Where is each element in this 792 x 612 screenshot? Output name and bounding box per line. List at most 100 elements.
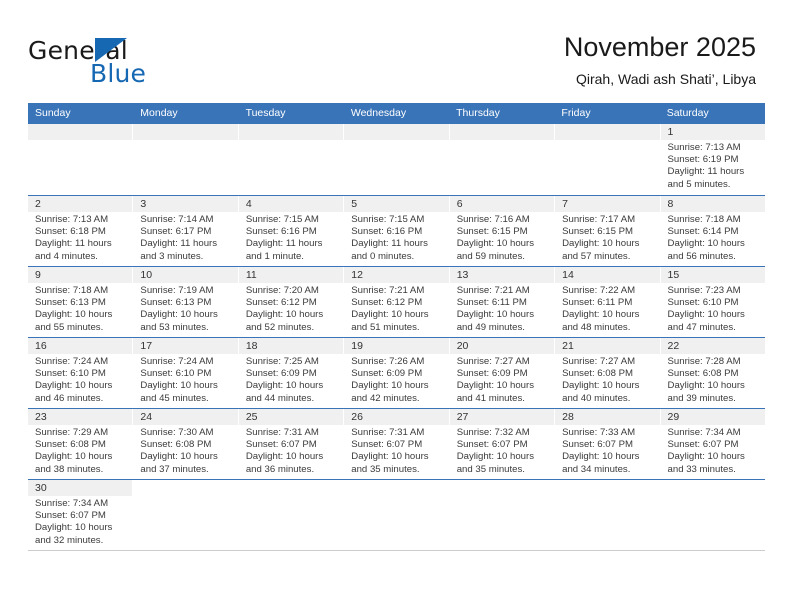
calendar-day-cell[interactable]: 9 Sunrise: 7:18 AM Sunset: 6:13 PM Daylight… — [28, 267, 134, 337]
calendar-day-cell[interactable]: 1 Sunrise: 7:13 AM Sunset: 6:19 PM Daylight… — [660, 124, 765, 195]
day-daylight-line2: and 52 minutes. — [245, 321, 315, 333]
brand-name-blue: Blue — [90, 59, 147, 88]
day-number — [555, 480, 660, 496]
day-number — [449, 124, 555, 140]
day-details: Sunrise: 7:13 AM Sunset: 6:19 PM Daylight:… — [661, 140, 765, 191]
day-daylight-line1: Daylight: 10 hours — [35, 309, 113, 321]
calendar-day-cell[interactable]: 29 Sunrise: 7:34 AM Sunset: 6:07 PM Dayligh… — [660, 409, 765, 479]
day-details: Sunrise: 7:34 AM Sunset: 6:07 PM Daylight:… — [661, 425, 765, 476]
day-sunrise: Sunrise: 7:26 AM — [351, 356, 425, 367]
day-details: Sunrise: 7:23 AM Sunset: 6:10 PM Daylight:… — [661, 283, 765, 334]
day-details: Sunrise: 7:30 AM Sunset: 6:08 PM Daylight:… — [133, 425, 237, 476]
day-sunrise: Sunrise: 7:15 AM — [351, 214, 425, 225]
calendar-day-cell[interactable]: 10 Sunrise: 7:19 AM Sunset: 6:13 PM Dayligh… — [133, 267, 239, 337]
day-daylight-line2: and 56 minutes. — [667, 250, 736, 262]
calendar-day-cell[interactable]: 6 Sunrise: 7:16 AM Sunset: 6:15 PM Daylight… — [449, 196, 556, 266]
day-daylight-line2: and 37 minutes. — [140, 463, 209, 475]
day-daylight-line1: Daylight: 10 hours — [667, 380, 745, 392]
calendar-day-cell[interactable]: 18 Sunrise: 7:25 AM Sunset: 6:09 PM Dayligh… — [238, 338, 345, 408]
day-sunrise: Sunrise: 7:23 AM — [667, 285, 741, 296]
day-daylight-line2: and 48 minutes. — [562, 321, 631, 333]
day-daylight-line1: Daylight: 10 hours — [562, 451, 640, 463]
day-sunrise: Sunrise: 7:34 AM — [667, 427, 741, 438]
day-daylight-line2: and 35 minutes. — [351, 463, 420, 475]
calendar-week-row: 9 Sunrise: 7:18 AM Sunset: 6:13 PM Daylight… — [28, 266, 765, 337]
calendar-day-cell[interactable]: 23 Sunrise: 7:29 AM Sunset: 6:08 PM Dayligh… — [28, 409, 134, 479]
day-sunset: Sunset: 6:07 PM — [351, 439, 423, 451]
day-daylight-line2: and 1 minute. — [245, 250, 304, 262]
day-sunrise: Sunrise: 7:24 AM — [35, 356, 109, 367]
day-sunrise: Sunrise: 7:34 AM — [35, 498, 109, 509]
day-number — [555, 124, 660, 140]
calendar-day-cell[interactable]: 3 Sunrise: 7:14 AM Sunset: 6:17 PM Daylight… — [133, 196, 239, 266]
day-details: Sunrise: 7:18 AM Sunset: 6:13 PM Daylight:… — [28, 283, 132, 334]
day-sunset: Sunset: 6:14 PM — [667, 226, 739, 238]
day-daylight-line1: Daylight: 10 hours — [667, 309, 745, 321]
calendar-day-cell[interactable]: 20 Sunrise: 7:27 AM Sunset: 6:09 PM Dayligh… — [449, 338, 556, 408]
day-details: Sunrise: 7:25 AM Sunset: 6:09 PM Daylight:… — [239, 354, 343, 405]
calendar-day-cell[interactable]: 17 Sunrise: 7:24 AM Sunset: 6:10 PM Dayligh… — [133, 338, 239, 408]
day-details: Sunrise: 7:27 AM Sunset: 6:08 PM Daylight:… — [555, 354, 659, 405]
calendar-day-cell[interactable]: 30 Sunrise: 7:34 AM Sunset: 6:07 PM Dayligh… — [28, 480, 134, 550]
calendar-empty-cell — [344, 124, 450, 195]
day-details: Sunrise: 7:17 AM Sunset: 6:15 PM Daylight:… — [555, 212, 659, 263]
day-number — [344, 480, 449, 496]
calendar-day-cell[interactable]: 21 Sunrise: 7:27 AM Sunset: 6:08 PM Dayligh… — [555, 338, 661, 408]
day-number: 9 — [28, 267, 133, 283]
calendar-day-cell[interactable]: 26 Sunrise: 7:31 AM Sunset: 6:07 PM Dayligh… — [344, 409, 450, 479]
calendar-day-cell[interactable]: 24 Sunrise: 7:30 AM Sunset: 6:08 PM Dayligh… — [133, 409, 239, 479]
calendar-day-cell[interactable]: 19 Sunrise: 7:26 AM Sunset: 6:09 PM Dayligh… — [344, 338, 450, 408]
day-daylight-line2: and 33 minutes. — [667, 463, 736, 475]
calendar-day-cell[interactable]: 22 Sunrise: 7:28 AM Sunset: 6:08 PM Dayligh… — [660, 338, 765, 408]
day-number — [344, 124, 449, 140]
day-daylight-line1: Daylight: 10 hours — [456, 309, 535, 321]
day-daylight-line1: Daylight: 10 hours — [562, 309, 640, 321]
day-sunrise: Sunrise: 7:16 AM — [456, 214, 530, 225]
day-daylight-line1: Daylight: 11 hours — [245, 238, 323, 250]
calendar-day-cell[interactable]: 13 Sunrise: 7:21 AM Sunset: 6:11 PM Dayligh… — [449, 267, 556, 337]
calendar-day-cell[interactable]: 12 Sunrise: 7:21 AM Sunset: 6:12 PM Dayligh… — [344, 267, 450, 337]
day-daylight-line1: Daylight: 10 hours — [140, 380, 218, 392]
calendar-day-cell[interactable]: 8 Sunrise: 7:18 AM Sunset: 6:14 PM Daylight… — [660, 196, 765, 266]
day-daylight-line2: and 0 minutes. — [351, 250, 415, 262]
day-daylight-line2: and 44 minutes. — [245, 392, 315, 404]
weekday-header-wednesday: Wednesday — [350, 107, 407, 119]
day-daylight-line2: and 45 minutes. — [140, 392, 209, 404]
calendar-day-cell[interactable]: 16 Sunrise: 7:24 AM Sunset: 6:10 PM Dayligh… — [28, 338, 134, 408]
day-daylight-line1: Daylight: 11 hours — [667, 166, 745, 178]
brand-logo[interactable]: General Blue — [28, 36, 268, 92]
day-number: 30 — [28, 480, 133, 496]
day-daylight-line2: and 39 minutes. — [667, 392, 736, 404]
day-sunrise: Sunrise: 7:20 AM — [245, 285, 319, 296]
day-sunset: Sunset: 6:07 PM — [35, 510, 106, 522]
day-daylight-line2: and 41 minutes. — [456, 392, 525, 404]
weekday-header-monday: Monday — [140, 107, 178, 119]
calendar-page: General Blue November 2025 Qirah, Wadi a… — [0, 0, 792, 612]
day-daylight-line1: Daylight: 10 hours — [35, 451, 113, 463]
day-number — [449, 480, 555, 496]
day-number: 18 — [238, 338, 344, 354]
day-sunrise: Sunrise: 7:31 AM — [245, 427, 319, 438]
day-sunrise: Sunrise: 7:28 AM — [667, 356, 741, 367]
calendar-empty-cell — [555, 480, 661, 550]
calendar-day-cell[interactable]: 5 Sunrise: 7:15 AM Sunset: 6:16 PM Daylight… — [344, 196, 450, 266]
day-number: 11 — [238, 267, 344, 283]
day-daylight-line1: Daylight: 10 hours — [562, 380, 640, 392]
calendar-day-cell[interactable]: 4 Sunrise: 7:15 AM Sunset: 6:16 PM Daylight… — [238, 196, 345, 266]
calendar-day-cell[interactable]: 14 Sunrise: 7:22 AM Sunset: 6:11 PM Dayligh… — [555, 267, 661, 337]
calendar-day-cell[interactable]: 11 Sunrise: 7:20 AM Sunset: 6:12 PM Dayligh… — [238, 267, 345, 337]
day-details: Sunrise: 7:16 AM Sunset: 6:15 PM Daylight:… — [450, 212, 554, 263]
calendar-day-cell[interactable]: 7 Sunrise: 7:17 AM Sunset: 6:15 PM Daylight… — [555, 196, 661, 266]
day-daylight-line1: Daylight: 10 hours — [456, 238, 535, 250]
day-details: Sunrise: 7:24 AM Sunset: 6:10 PM Daylight:… — [28, 354, 132, 405]
calendar-day-cell[interactable]: 27 Sunrise: 7:32 AM Sunset: 6:07 PM Dayligh… — [449, 409, 556, 479]
calendar-day-cell[interactable]: 25 Sunrise: 7:31 AM Sunset: 6:07 PM Dayligh… — [238, 409, 345, 479]
day-sunrise: Sunrise: 7:27 AM — [456, 356, 530, 367]
calendar-week-row: 30 Sunrise: 7:34 AM Sunset: 6:07 PM Dayligh… — [28, 479, 765, 550]
calendar-day-cell[interactable]: 28 Sunrise: 7:33 AM Sunset: 6:07 PM Dayligh… — [555, 409, 661, 479]
calendar-day-cell[interactable]: 2 Sunrise: 7:13 AM Sunset: 6:18 PM Daylight… — [28, 196, 134, 266]
day-daylight-line1: Daylight: 10 hours — [351, 309, 429, 321]
day-number: 10 — [133, 267, 238, 283]
day-sunset: Sunset: 6:15 PM — [562, 226, 634, 238]
calendar-day-cell[interactable]: 15 Sunrise: 7:23 AM Sunset: 6:10 PM Dayligh… — [660, 267, 765, 337]
